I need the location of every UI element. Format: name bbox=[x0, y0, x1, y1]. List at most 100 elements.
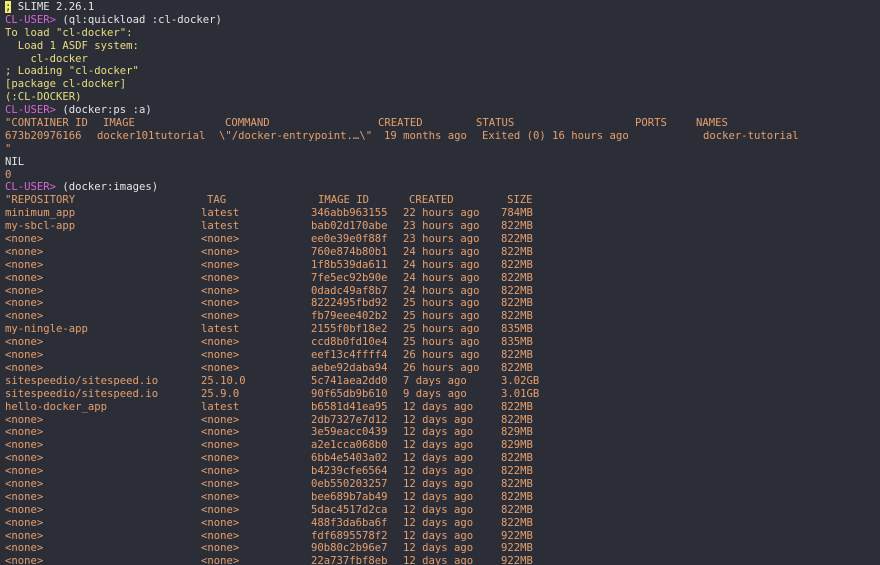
image-created: 26 hours ago bbox=[403, 349, 480, 362]
image-created: 12 days ago bbox=[403, 503, 474, 516]
image-tag: <none> bbox=[201, 271, 240, 284]
image-id: bab02d170abe bbox=[311, 220, 388, 233]
image-size: 822MB bbox=[501, 297, 533, 310]
image-repository: <none> bbox=[5, 413, 44, 426]
image-size: 822MB bbox=[501, 465, 533, 478]
image-row: <none> <none> 5dac4517d2ca 12 days ago 822MB bbox=[0, 504, 880, 517]
image-row: <none> <none> fdf6895578f2 12 days ago 922MB bbox=[0, 530, 880, 543]
slime-version-text: SLIME 2.26.1 bbox=[11, 1, 95, 13]
image-repository: <none> bbox=[5, 542, 44, 555]
image-id: ccd8b0fd10e4 bbox=[311, 336, 388, 349]
output-line: To load "cl-docker": bbox=[5, 26, 133, 39]
image-repository: <none> bbox=[5, 271, 44, 284]
repl-prompt: CL-USER> bbox=[5, 181, 57, 194]
image-id: 8222495fbd92 bbox=[311, 297, 388, 310]
image-created: 25 hours ago bbox=[403, 310, 480, 323]
image-id: aebe92daba94 bbox=[311, 361, 388, 374]
image-repository: <none> bbox=[5, 310, 44, 323]
image-row: minimum_app latest 346abb963155 22 hours ag… bbox=[0, 207, 880, 220]
repl-input-line[interactable]: CL-USER> (docker:images) bbox=[0, 181, 880, 194]
image-repository: <none> bbox=[5, 503, 44, 516]
images-header-row: "REPOSITORY TAG IMAGE ID CREATED SIZE bbox=[0, 194, 880, 207]
output-closing-quote: " bbox=[5, 142, 12, 155]
image-id: b6581d41ea95 bbox=[311, 400, 388, 413]
image-tag: <none> bbox=[201, 426, 240, 439]
image-repository: <none> bbox=[5, 297, 44, 310]
ps-header-ports: PORTS bbox=[635, 117, 667, 130]
images-header-size: SIZE bbox=[507, 194, 533, 207]
image-size: 822MB bbox=[501, 490, 533, 503]
image-tag: <none> bbox=[201, 310, 240, 323]
output-line: [package cl-docker] bbox=[5, 78, 127, 91]
image-tag: latest bbox=[201, 220, 240, 233]
image-repository: <none> bbox=[5, 516, 44, 529]
repl-input-line[interactable]: CL-USER> (docker:ps :a) bbox=[0, 104, 880, 117]
image-row: <none> <none> 0dadc49af8b7 24 hours ago 822M… bbox=[0, 285, 880, 298]
image-id: 6bb4e5403a02 bbox=[311, 452, 388, 465]
image-created: 24 hours ago bbox=[403, 258, 480, 271]
image-tag: <none> bbox=[201, 490, 240, 503]
image-row: my-sbcl-app latest bab02d170abe 23 hours ag… bbox=[0, 220, 880, 233]
image-created: 25 hours ago bbox=[403, 336, 480, 349]
output-line: Load 1 ASDF system: bbox=[5, 39, 139, 52]
image-row: <none> <none> 488f3da6ba6f 12 days ago 822MB bbox=[0, 517, 880, 530]
image-size: 922MB bbox=[501, 529, 533, 542]
slime-repl-buffer[interactable]: ; SLIME 2.26.1 CL-USER> (ql:quickload :c… bbox=[0, 0, 880, 565]
image-size: 822MB bbox=[501, 413, 533, 426]
image-row: <none> <none> ccd8b0fd10e4 25 hours ago 835M… bbox=[0, 336, 880, 349]
image-row: <none> <none> bee689b7ab49 12 days ago 822MB bbox=[0, 491, 880, 504]
image-row: <none> <none> 8222495fbd92 25 hours ago 822M… bbox=[0, 297, 880, 310]
repl-input-line[interactable]: CL-USER> (ql:quickload :cl-docker) bbox=[0, 14, 880, 27]
image-repository: sitespeedio/sitespeed.io bbox=[5, 387, 159, 400]
image-size: 822MB bbox=[501, 245, 533, 258]
image-size: 3.02GB bbox=[501, 374, 540, 387]
image-size: 829MB bbox=[501, 426, 533, 439]
ps-header-container-id: "CONTAINER ID bbox=[5, 117, 88, 130]
image-row: <none> <none> ee0e39e0f88f 23 hours ago 822M… bbox=[0, 233, 880, 246]
image-repository: <none> bbox=[5, 439, 44, 452]
image-id: 2db7327e7d12 bbox=[311, 413, 388, 426]
image-id: 346abb963155 bbox=[311, 207, 388, 220]
image-row: <none> <none> 7fe5ec92b90e 24 hours ago 822M… bbox=[0, 272, 880, 285]
image-id: a2e1cca068b0 bbox=[311, 439, 388, 452]
image-id: 488f3da6ba6f bbox=[311, 516, 388, 529]
image-repository: <none> bbox=[5, 452, 44, 465]
image-repository: <none> bbox=[5, 465, 44, 478]
repl-banner: ; SLIME 2.26.1 bbox=[0, 1, 880, 14]
image-created: 12 days ago bbox=[403, 516, 474, 529]
image-row: <none> <none> fb79eee402b2 25 hours ago 822M… bbox=[0, 310, 880, 323]
output-line: cl-docker bbox=[5, 52, 88, 65]
image-tag: <none> bbox=[201, 477, 240, 490]
image-size: 822MB bbox=[501, 310, 533, 323]
image-created: 26 hours ago bbox=[403, 361, 480, 374]
image-id: 5c741aea2dd0 bbox=[311, 374, 388, 387]
container-status: Exited (0) 16 hours ago bbox=[482, 129, 629, 142]
image-created: 12 days ago bbox=[403, 465, 474, 478]
repl-command: (docker:ps :a) bbox=[56, 104, 152, 117]
image-id: 7fe5ec92b90e bbox=[311, 271, 388, 284]
image-repository: <none> bbox=[5, 426, 44, 439]
image-created: 12 days ago bbox=[403, 542, 474, 555]
image-row: <none> <none> a2e1cca068b0 12 days ago 829MB bbox=[0, 439, 880, 452]
image-created: 12 days ago bbox=[403, 452, 474, 465]
image-size: 922MB bbox=[501, 542, 533, 555]
image-id: bee689b7ab49 bbox=[311, 490, 388, 503]
image-tag: <none> bbox=[201, 516, 240, 529]
image-row: <none> <none> aebe92daba94 26 hours ago 822M… bbox=[0, 362, 880, 375]
image-size: 822MB bbox=[501, 271, 533, 284]
ps-header-status: STATUS bbox=[476, 117, 515, 130]
image-created: 12 days ago bbox=[403, 529, 474, 542]
images-header-image-id: IMAGE ID bbox=[318, 194, 370, 207]
image-repository: <none> bbox=[5, 258, 44, 271]
image-row: <none> <none> 760e874b80b1 24 hours ago 822M… bbox=[0, 246, 880, 259]
image-repository: my-sbcl-app bbox=[5, 220, 76, 233]
repl-prompt: CL-USER> bbox=[5, 104, 57, 117]
repl-prompt: CL-USER> bbox=[5, 13, 57, 26]
image-tag: <none> bbox=[201, 258, 240, 271]
images-table: minimum_app latest 346abb963155 22 hours ag… bbox=[0, 207, 880, 565]
image-size: 822MB bbox=[501, 284, 533, 297]
image-created: 9 days ago bbox=[403, 387, 467, 400]
image-id: 2155f0bf18e2 bbox=[311, 323, 388, 336]
image-created: 23 hours ago bbox=[403, 220, 480, 233]
image-tag: <none> bbox=[201, 297, 240, 310]
